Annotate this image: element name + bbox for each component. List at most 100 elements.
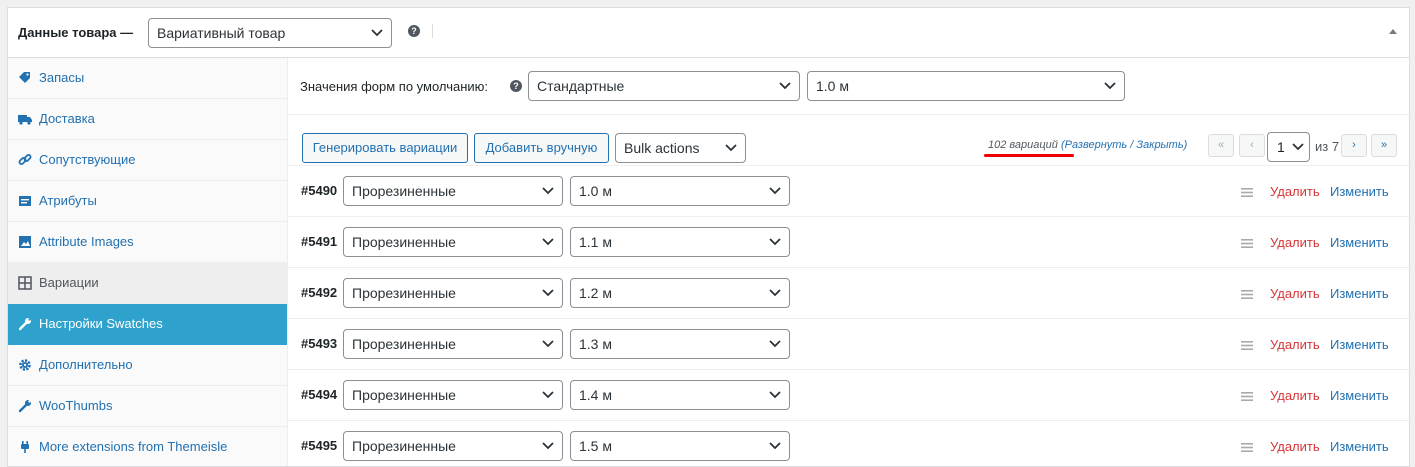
variation-row[interactable]: #5490 Прорезиненные 1.0 м Удалить Измени…	[288, 166, 1409, 217]
variations-toolbar: Генерировать вариации Добавить вручную B…	[288, 115, 1409, 166]
delete-link[interactable]: Удалить	[1270, 286, 1320, 301]
sidebar-item-advanced[interactable]: Дополнительно	[8, 345, 287, 386]
add-manually-button[interactable]: Добавить вручную	[474, 133, 609, 163]
generate-variations-button[interactable]: Генерировать вариации	[302, 133, 468, 163]
next-page-button[interactable]: ›	[1341, 134, 1367, 157]
gear-icon	[19, 359, 31, 371]
bulk-actions-select[interactable]: Bulk actions	[615, 133, 746, 163]
page-value: 1	[1277, 139, 1285, 155]
variation-id: #5493	[301, 336, 338, 351]
variation-type-select[interactable]: Прорезиненные	[343, 278, 563, 308]
sidebar-item-label: Attribute Images	[39, 234, 134, 249]
variation-size-value: 1.0 м	[579, 183, 612, 199]
chevron-down-icon	[371, 29, 383, 37]
variation-type-select[interactable]: Прорезиненные	[343, 227, 563, 257]
close-link[interactable]: Закрыть	[1136, 139, 1183, 151]
edit-link[interactable]: Изменить	[1330, 286, 1389, 301]
prev-page-button[interactable]: ‹	[1239, 134, 1265, 157]
drag-handle-icon[interactable]	[1241, 239, 1253, 248]
product-data-panel: Данные товара — Вариативный товар ? Запа…	[7, 7, 1410, 467]
variation-row[interactable]: #5492 Прорезиненные 1.2 м Удалить Измени…	[288, 268, 1409, 319]
help-icon[interactable]: ?	[408, 25, 420, 37]
header-divider	[432, 24, 433, 38]
product-type-select[interactable]: Вариативный товар	[148, 18, 392, 48]
attributes-list-icon	[19, 196, 31, 206]
variation-row[interactable]: #5493 Прорезиненные 1.3 м Удалить Измени…	[288, 319, 1409, 370]
edit-link[interactable]: Изменить	[1330, 337, 1389, 352]
variation-type-select[interactable]: Прорезиненные	[343, 176, 563, 206]
variation-type-value: Прорезиненные	[352, 234, 456, 250]
variation-size-select[interactable]: 1.1 м	[570, 227, 790, 257]
sidebar-item-label: WooThumbs	[39, 398, 113, 413]
delete-link[interactable]: Удалить	[1270, 439, 1320, 454]
total-pages: из 7	[1315, 139, 1340, 154]
variation-size-select[interactable]: 1.2 м	[570, 278, 790, 308]
sidebar-item-variations[interactable]: Вариации	[8, 263, 287, 304]
sidebar-item-attributes[interactable]: Атрибуты	[8, 181, 287, 222]
page-select[interactable]: 1	[1267, 132, 1310, 162]
wrench-icon	[18, 400, 31, 413]
variation-type-select[interactable]: Прорезиненные	[343, 380, 563, 410]
variation-type-select[interactable]: Прорезиненные	[343, 431, 563, 461]
chevron-down-icon	[542, 442, 554, 450]
variation-size-select[interactable]: 1.3 м	[570, 329, 790, 359]
default-type-select[interactable]: Стандартные	[528, 71, 800, 101]
variation-size-select[interactable]: 1.4 м	[570, 380, 790, 410]
variation-row[interactable]: #5494 Прорезиненные 1.4 м Удалить Измени…	[288, 370, 1409, 421]
variation-type-value: Прорезиненные	[352, 387, 456, 403]
default-form-values: Значения форм по умолчанию: ? Стандартны…	[288, 58, 1409, 115]
help-icon[interactable]: ?	[510, 80, 522, 92]
sidebar-item-shipping[interactable]: Доставка	[8, 99, 287, 140]
edit-link[interactable]: Изменить	[1330, 235, 1389, 250]
wrench-icon	[18, 318, 31, 331]
chevron-down-icon	[542, 340, 554, 348]
chevron-down-icon	[542, 238, 554, 246]
drag-handle-icon[interactable]	[1241, 188, 1253, 197]
sidebar-item-swatches[interactable]: Настройки Swatches	[8, 304, 287, 345]
grid-icon	[18, 276, 32, 290]
expand-separator: /	[1127, 139, 1137, 151]
last-page-button[interactable]: »	[1371, 134, 1397, 157]
sidebar-item-more-extensions[interactable]: More extensions from Themeisle	[8, 427, 287, 466]
edit-link[interactable]: Изменить	[1330, 439, 1389, 454]
bulk-actions-value: Bulk actions	[624, 140, 700, 156]
variation-id: #5495	[301, 438, 338, 453]
collapse-arrow-icon[interactable]	[1389, 29, 1397, 34]
sidebar-item-linked[interactable]: Сопутствующие	[8, 140, 287, 181]
delete-link[interactable]: Удалить	[1270, 235, 1320, 250]
delete-link[interactable]: Удалить	[1270, 337, 1320, 352]
image-icon	[19, 236, 31, 248]
product-data-tabs: Запасы Доставка Сопутствующие Атрибуты A…	[8, 58, 288, 466]
default-size-value: 1.0 м	[816, 78, 849, 94]
variation-size-value: 1.5 м	[579, 438, 612, 454]
drag-handle-icon[interactable]	[1241, 443, 1253, 452]
variation-size-select[interactable]: 1.0 м	[570, 176, 790, 206]
annotation-underline	[984, 154, 1074, 157]
variation-type-select[interactable]: Прорезиненные	[343, 329, 563, 359]
sidebar-item-attribute-images[interactable]: Attribute Images	[8, 222, 287, 263]
expand-link[interactable]: Развернуть	[1065, 139, 1128, 151]
default-values-label: Значения форм по умолчанию:	[300, 79, 488, 94]
product-data-header: Данные товара — Вариативный товар ?	[8, 8, 1409, 58]
edit-link[interactable]: Изменить	[1330, 184, 1389, 199]
sidebar-item-inventory[interactable]: Запасы	[8, 58, 287, 99]
delete-link[interactable]: Удалить	[1270, 388, 1320, 403]
drag-handle-icon[interactable]	[1241, 290, 1253, 299]
chevron-down-icon	[542, 391, 554, 399]
drag-handle-icon[interactable]	[1241, 392, 1253, 401]
chevron-down-icon	[542, 187, 554, 195]
variation-row[interactable]: #5491 Прорезиненные 1.1 м Удалить Измени…	[288, 217, 1409, 268]
sidebar-item-woothumbs[interactable]: WooThumbs	[8, 386, 287, 427]
drag-handle-icon[interactable]	[1241, 341, 1253, 350]
chevron-down-icon	[769, 187, 781, 195]
variation-size-value: 1.1 м	[579, 234, 612, 250]
default-size-select[interactable]: 1.0 м	[807, 71, 1125, 101]
edit-link[interactable]: Изменить	[1330, 388, 1389, 403]
variation-row[interactable]: #5495 Прорезиненные 1.5 м Удалить Измени…	[288, 421, 1409, 466]
delete-link[interactable]: Удалить	[1270, 184, 1320, 199]
variation-size-select[interactable]: 1.5 м	[570, 431, 790, 461]
plug-icon	[21, 441, 29, 453]
panel-title: Данные товара —	[18, 25, 134, 40]
first-page-button[interactable]: «	[1208, 134, 1234, 157]
variation-size-value: 1.4 м	[579, 387, 612, 403]
